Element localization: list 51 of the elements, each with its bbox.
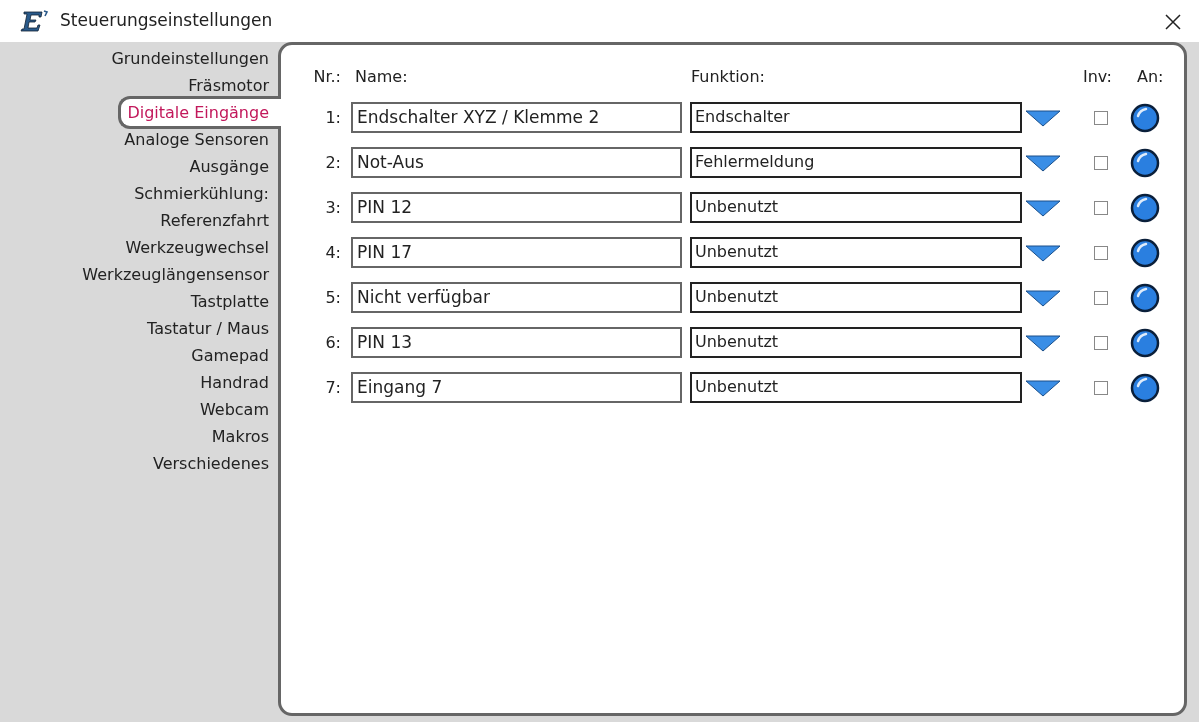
- sidebar-tab[interactable]: Analoge Sensoren: [118, 126, 278, 153]
- name-field[interactable]: Eingang 7: [351, 372, 682, 403]
- checkbox[interactable]: [1094, 200, 1108, 215]
- sidebar-tab[interactable]: Webcam: [193, 396, 278, 423]
- sidebar-tab[interactable]: Tastplatte: [184, 288, 278, 315]
- sidebar-tab[interactable]: Referenzfahrt: [154, 207, 278, 234]
- row-number: 6:: [324, 331, 342, 354]
- sidebar-tab[interactable]: Handrad: [194, 369, 278, 396]
- sidebar-tab[interactable]: Digitale Eingänge: [118, 96, 281, 129]
- window-title: Steuerungseinstellungen: [60, 9, 274, 33]
- name-field[interactable]: Nicht verfügbar: [351, 282, 682, 313]
- column-header: An:: [1137, 66, 1164, 88]
- name-field[interactable]: PIN 17: [351, 237, 682, 268]
- name-field[interactable]: PIN 13: [351, 327, 682, 358]
- sidebar-tab[interactable]: Verschiedenes: [147, 450, 278, 477]
- name-field[interactable]: Not-Aus: [351, 147, 682, 178]
- function-field[interactable]: Unbenutzt: [690, 282, 1022, 313]
- function-field[interactable]: Unbenutzt: [690, 327, 1022, 358]
- sidebar-tab[interactable]: Werkzeugwechsel: [119, 234, 278, 261]
- sidebar-tab[interactable]: Schmierkühlung:: [128, 180, 278, 207]
- checkbox[interactable]: [1094, 245, 1108, 260]
- function-field[interactable]: Unbenutzt: [690, 237, 1022, 268]
- sidebar-tab[interactable]: Tastatur / Maus: [141, 315, 278, 342]
- sidebar-tab[interactable]: Werkzeuglängensensor: [76, 261, 278, 288]
- row-number: 4:: [324, 241, 342, 264]
- row-number: 1:: [324, 106, 342, 129]
- sidebar-tab[interactable]: Makros: [205, 423, 278, 450]
- app-logo-icon: [20, 9, 50, 33]
- function-field[interactable]: Fehlermeldung: [690, 147, 1022, 178]
- row-number: 3:: [324, 196, 342, 219]
- column-header: Funktion:: [691, 66, 766, 88]
- function-field[interactable]: Unbenutzt: [690, 372, 1022, 403]
- row-number: 2:: [324, 151, 342, 174]
- row-number: 7:: [324, 376, 342, 399]
- name-field[interactable]: Endschalter XYZ / Klemme 2: [351, 102, 682, 133]
- function-field[interactable]: Endschalter: [690, 102, 1022, 133]
- row-number: 5:: [324, 286, 342, 309]
- sidebar-tab[interactable]: Fräsmotor: [182, 72, 278, 99]
- column-header: Inv:: [1083, 66, 1113, 88]
- function-field[interactable]: Unbenutzt: [690, 192, 1022, 223]
- sidebar-tab[interactable]: Grundeinstellungen: [105, 45, 278, 72]
- checkbox[interactable]: [1094, 380, 1108, 395]
- sidebar-tab[interactable]: Ausgänge: [183, 153, 278, 180]
- name-field[interactable]: PIN 12: [351, 192, 682, 223]
- checkbox[interactable]: [1094, 335, 1108, 350]
- checkbox[interactable]: [1094, 110, 1108, 125]
- sidebar-tab[interactable]: Gamepad: [185, 342, 278, 369]
- checkbox[interactable]: [1094, 155, 1108, 170]
- column-header: Nr.:: [312, 66, 341, 88]
- checkbox[interactable]: [1094, 290, 1108, 305]
- column-header: Name:: [355, 66, 409, 88]
